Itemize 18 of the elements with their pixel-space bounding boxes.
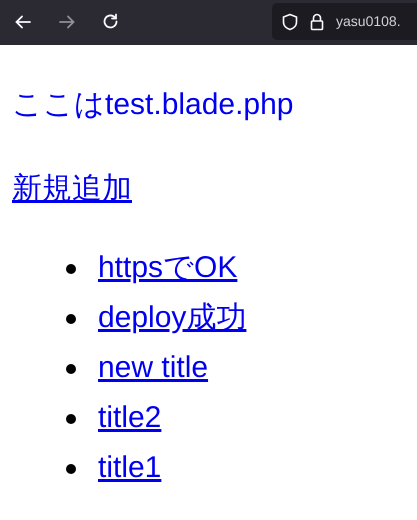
post-link[interactable]: title1 xyxy=(98,450,162,486)
address-bar[interactable]: yasu0108. xyxy=(272,3,417,40)
post-link[interactable]: new title xyxy=(98,350,208,386)
back-icon[interactable] xyxy=(14,13,32,31)
page-heading: ここはtest.blade.php xyxy=(12,87,294,123)
post-link[interactable]: deploy成功 xyxy=(98,300,246,336)
add-link[interactable]: 新規追加 xyxy=(12,171,132,207)
post-link[interactable]: httpsでOK xyxy=(98,250,238,286)
bullet-icon xyxy=(66,314,76,324)
post-link[interactable]: title2 xyxy=(98,400,162,436)
reload-icon[interactable] xyxy=(101,12,120,31)
bullet-icon xyxy=(66,464,76,474)
lock-icon xyxy=(310,12,324,30)
bullet-icon xyxy=(66,264,76,274)
bullet-icon xyxy=(66,414,76,424)
shield-icon[interactable] xyxy=(282,12,298,30)
url-text: yasu0108. xyxy=(336,12,401,31)
bullet-icon xyxy=(66,364,76,374)
